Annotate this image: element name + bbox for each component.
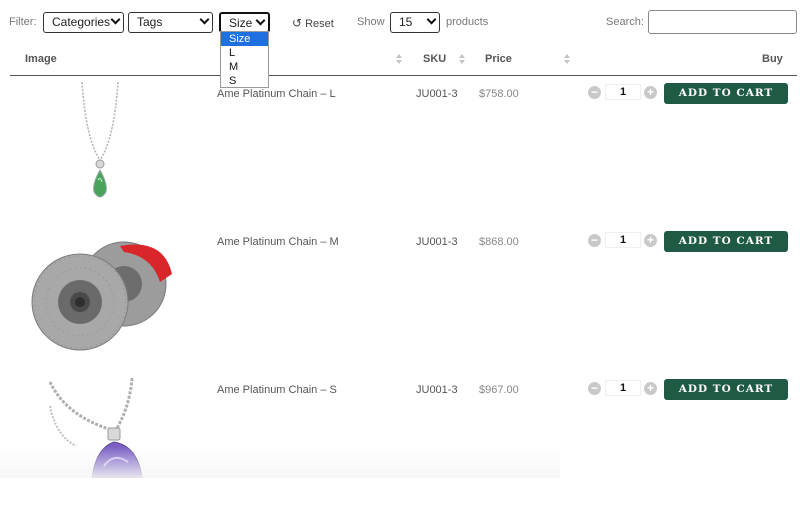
product-price: $967.00 xyxy=(479,384,519,396)
size-select-value: Size xyxy=(229,16,253,30)
necklace-purple-pendant-icon xyxy=(48,377,143,478)
filter-toolbar: Filter: Categories Tags Size ↺ Reset Show… xyxy=(0,0,800,44)
product-sku: JU001-3 xyxy=(416,384,458,396)
sort-icon[interactable] xyxy=(564,54,570,66)
quantity-input[interactable]: 1 xyxy=(605,380,641,396)
per-page-value: 15 xyxy=(399,15,413,29)
reset-label: Reset xyxy=(305,18,334,30)
column-header-buy: Buy xyxy=(762,53,783,65)
brake-disc-icon xyxy=(31,241,172,351)
quantity-stepper: − 1 + xyxy=(588,84,660,102)
tags-select-value: Tags xyxy=(137,15,163,29)
size-option[interactable]: S xyxy=(221,74,268,88)
table-row: Ame Platinum Chain – M JU001-3 $868.00 −… xyxy=(10,224,797,372)
chevron-down-icon xyxy=(199,14,210,25)
product-name[interactable]: Ame Platinum Chain – S xyxy=(217,384,337,396)
column-header-price[interactable]: Price xyxy=(485,53,512,65)
minus-icon[interactable]: − xyxy=(588,382,601,395)
add-to-cart-button[interactable]: ADD TO CART xyxy=(664,379,788,400)
search-label: Search: xyxy=(606,16,644,28)
categories-select-value: Categories xyxy=(52,15,111,29)
table-header: Image SKU Price Buy xyxy=(10,44,797,76)
product-price: $868.00 xyxy=(479,236,519,248)
tags-select[interactable]: Tags xyxy=(128,12,213,33)
minus-icon[interactable]: − xyxy=(588,234,601,247)
product-sku: JU001-3 xyxy=(416,236,458,248)
products-label: products xyxy=(446,16,489,28)
sort-icon[interactable] xyxy=(459,54,465,66)
plus-icon[interactable]: + xyxy=(644,234,657,247)
quantity-input[interactable]: 1 xyxy=(605,232,641,248)
size-select[interactable]: Size xyxy=(219,12,270,33)
undo-icon: ↺ xyxy=(292,16,303,30)
size-option[interactable]: Size xyxy=(221,32,268,46)
column-header-image[interactable]: Image xyxy=(25,53,57,65)
necklace-green-pendant-icon xyxy=(81,81,119,198)
add-to-cart-button[interactable]: ADD TO CART xyxy=(664,231,788,252)
size-dropdown-list: Size L M S xyxy=(220,31,269,88)
column-header-sku[interactable]: SKU xyxy=(423,53,446,65)
chevron-down-icon xyxy=(255,15,266,26)
minus-icon[interactable]: − xyxy=(588,86,601,99)
product-name[interactable]: Ame Platinum Chain – L xyxy=(217,88,336,100)
table-row: Ame Platinum Chain – S JU001-3 $967.00 −… xyxy=(10,372,797,520)
product-sku: JU001-3 xyxy=(416,88,458,100)
per-page-select[interactable]: 15 xyxy=(390,12,440,33)
sort-icon[interactable] xyxy=(396,54,402,66)
show-label: Show xyxy=(357,16,385,28)
product-name[interactable]: Ame Platinum Chain – M xyxy=(217,236,339,248)
plus-icon[interactable]: + xyxy=(644,382,657,395)
chevron-down-icon xyxy=(426,14,437,25)
search-input[interactable] xyxy=(648,10,797,34)
add-to-cart-button[interactable]: ADD TO CART xyxy=(664,83,788,104)
table-row: Ame Platinum Chain – L JU001-3 $758.00 −… xyxy=(10,76,797,224)
quantity-stepper: − 1 + xyxy=(588,232,660,250)
categories-select[interactable]: Categories xyxy=(43,12,124,33)
chevron-down-icon xyxy=(110,14,121,25)
plus-icon[interactable]: + xyxy=(644,86,657,99)
reset-button[interactable]: ↺ Reset xyxy=(292,16,334,30)
size-option[interactable]: M xyxy=(221,60,268,74)
product-price: $758.00 xyxy=(479,88,519,100)
quantity-input[interactable]: 1 xyxy=(605,84,641,100)
quantity-stepper: − 1 + xyxy=(588,380,660,398)
size-option[interactable]: L xyxy=(221,46,268,60)
filter-label: Filter: xyxy=(9,16,37,28)
